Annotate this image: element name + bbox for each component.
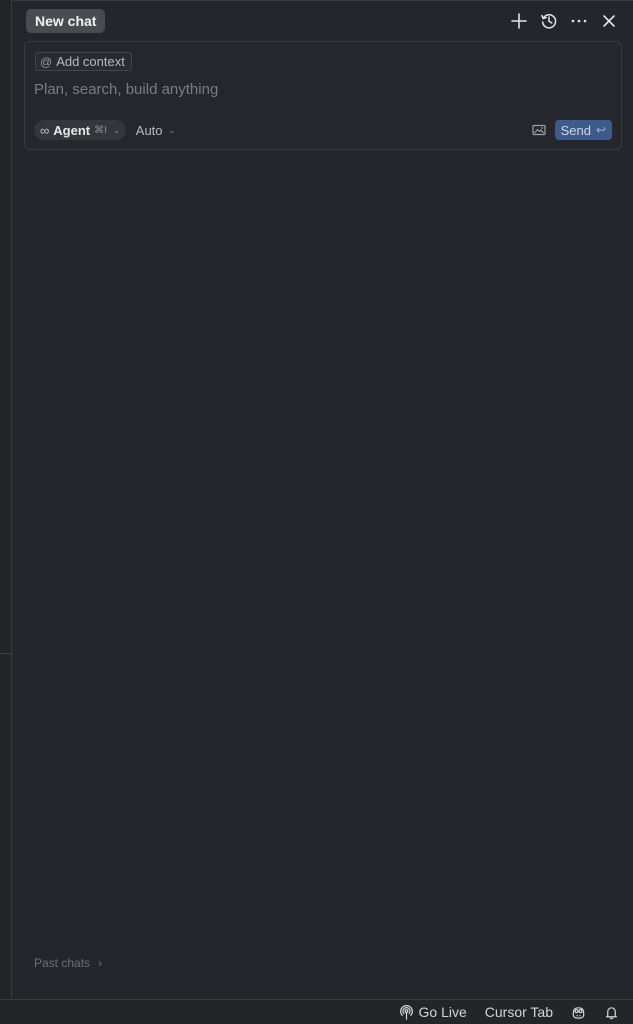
chat-composer: @ Add context ∞ Agent ⌘I ⌄ Auto ⌄ [24, 41, 622, 150]
model-label: Auto [135, 122, 163, 138]
go-live-label: Go Live [418, 1004, 467, 1020]
tab-new-chat[interactable]: New chat [26, 9, 106, 33]
cursor-tab-button[interactable]: Cursor Tab [485, 1004, 553, 1020]
prompt-input[interactable] [34, 78, 594, 100]
send-label: Send [560, 122, 591, 138]
new-chat-plus-icon[interactable] [509, 10, 529, 32]
chevron-down-icon: ⌄ [168, 125, 176, 135]
editor-edge [0, 0, 12, 998]
chat-panel: New chat @ Add context Plan, search, bui… [0, 0, 633, 1024]
infinity-icon: ∞ [40, 122, 50, 138]
add-context-label: Add context [56, 54, 125, 69]
send-button[interactable]: Send ↩ [554, 120, 612, 140]
more-options-icon[interactable] [569, 10, 589, 32]
history-icon[interactable] [539, 10, 559, 32]
close-icon[interactable] [599, 10, 619, 32]
past-chats-link[interactable]: Past chats › [34, 956, 102, 970]
model-selector[interactable]: Auto ⌄ [136, 123, 175, 138]
header-actions [509, 10, 619, 32]
past-chats-label: Past chats [34, 956, 91, 970]
mode-selector[interactable]: ∞ Agent ⌘I ⌄ [34, 120, 126, 140]
enter-key-icon: ↩ [595, 123, 606, 137]
add-context-button[interactable]: @ Add context [35, 52, 132, 71]
mode-label: Agent [53, 122, 91, 138]
image-icon[interactable] [531, 122, 547, 138]
cursor-tab-label: Cursor Tab [484, 1004, 553, 1020]
at-icon: @ [40, 54, 53, 69]
chevron-down-icon: ⌄ [113, 125, 120, 135]
editor-divider [0, 653, 12, 654]
copilot-icon[interactable] [571, 1005, 586, 1020]
broadcast-icon [399, 1004, 413, 1020]
bell-icon[interactable] [604, 1005, 619, 1020]
chat-header: New chat [13, 0, 633, 40]
mode-shortcut: ⌘I [94, 124, 108, 136]
composer-toolbar: ∞ Agent ⌘I ⌄ Auto ⌄ Send ↩ [34, 119, 612, 141]
chevron-right-icon: › [98, 956, 103, 970]
status-bar: Go Live Cursor Tab [0, 999, 633, 1024]
go-live-button[interactable]: Go Live [399, 1004, 467, 1020]
